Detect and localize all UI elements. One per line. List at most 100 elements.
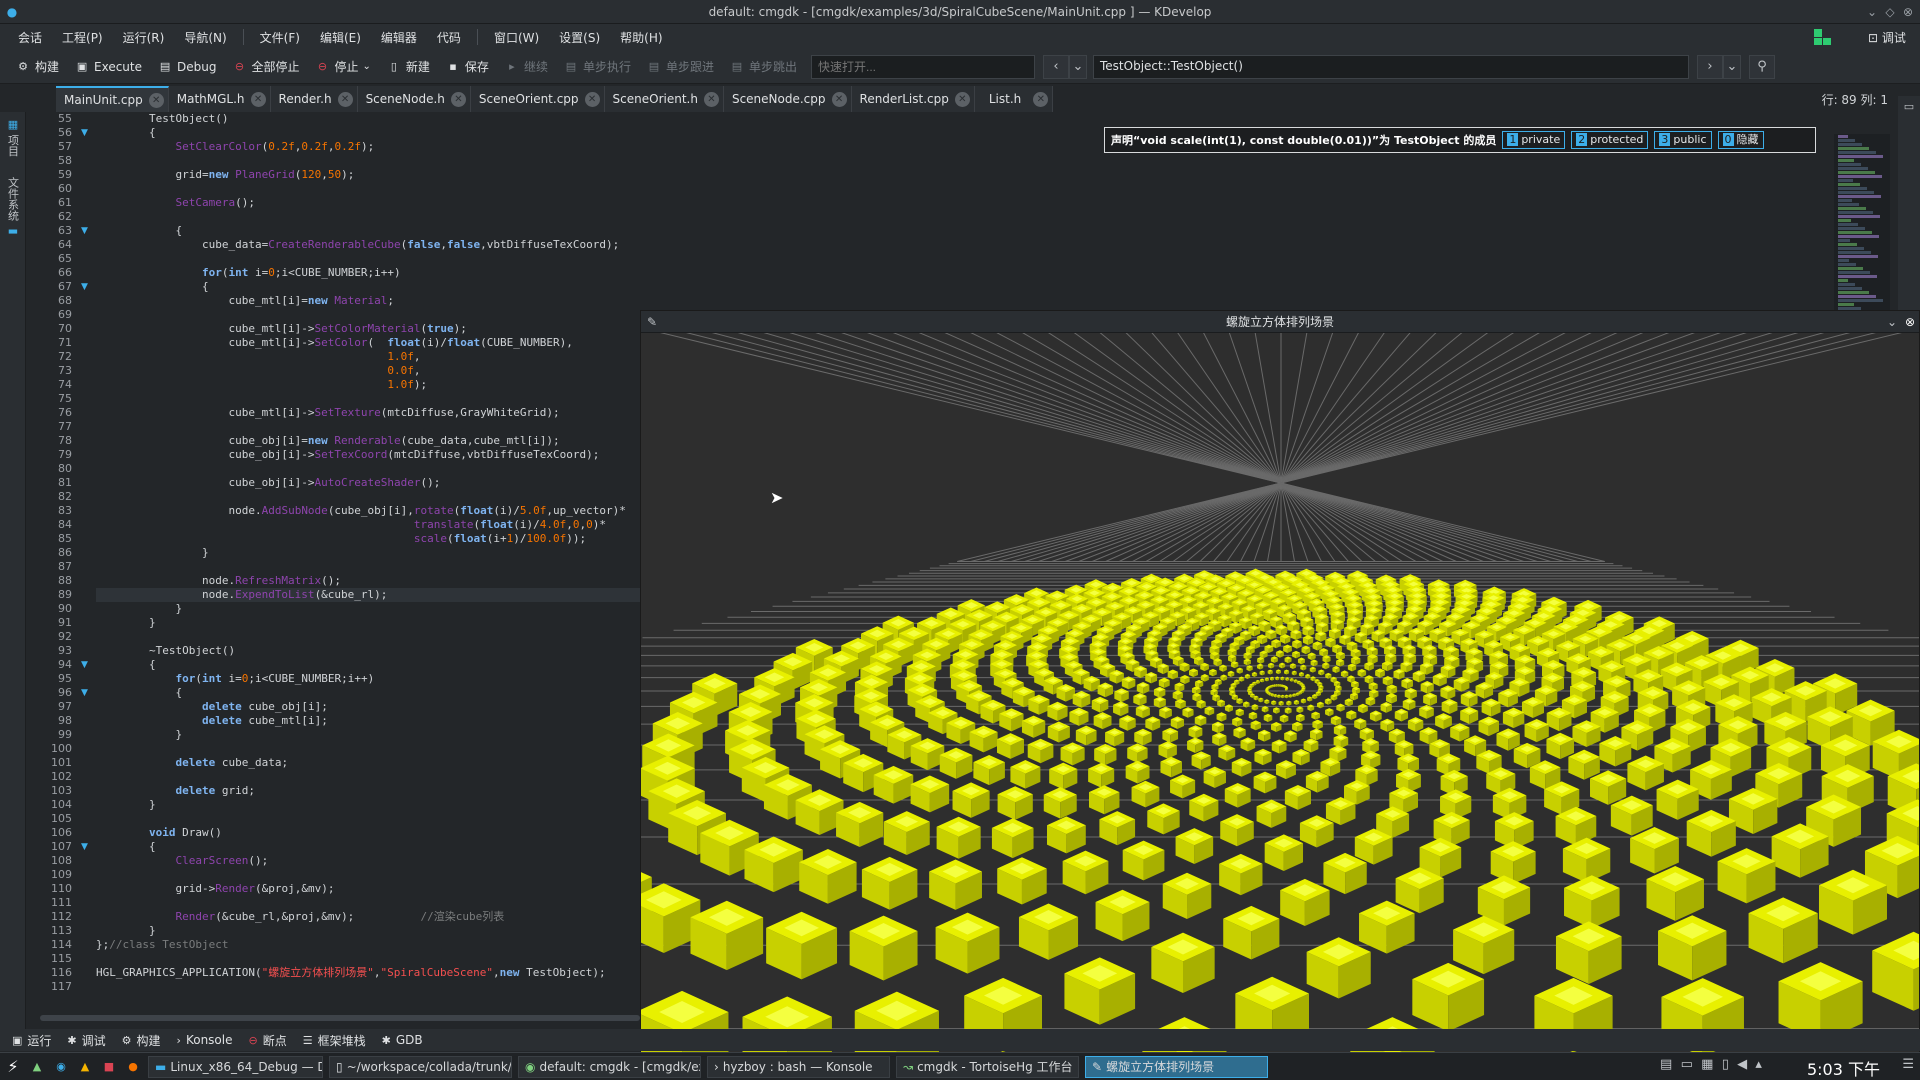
close-icon[interactable]: ⊗: [1900, 4, 1916, 20]
fold-marker-icon[interactable]: ▼: [81, 660, 91, 670]
code-line[interactable]: void Draw(): [96, 826, 640, 840]
code-line[interactable]: 1.0f,: [96, 350, 640, 364]
panel-menu-icon[interactable]: ☰: [1902, 1057, 1914, 1072]
toolview-debug[interactable]: ✱ 调试: [63, 1032, 117, 1049]
code-line[interactable]: };//class TestObject: [96, 938, 640, 952]
code-line[interactable]: cube_obj[i]->SetTexCoord(mtcDiffuse,vbtD…: [96, 448, 640, 462]
minimize-icon[interactable]: ⌄: [1864, 4, 1880, 20]
tab-mainunit-cpp[interactable]: MainUnit.cpp ✕: [56, 86, 169, 112]
stop-all-button[interactable]: ⊖ 全部停止: [224, 54, 307, 80]
scene-window[interactable]: ✎ 螺旋立方体排列场景 ⌄ ⊗: [640, 310, 1920, 1055]
code-line[interactable]: TestObject(): [96, 112, 640, 126]
code-line[interactable]: for(int i=0;i<CUBE_NUMBER;i++): [96, 672, 640, 686]
scrollbar-thumb[interactable]: [40, 1015, 640, 1021]
task-workspace[interactable]: ▯ ~/workspace/collada/trunk/t: [329, 1055, 512, 1078]
minimize-icon[interactable]: ⌄: [1887, 311, 1897, 333]
code-line[interactable]: [96, 462, 640, 476]
close-tab-icon[interactable]: ✕: [584, 91, 600, 107]
step-into-button[interactable]: ▤ 单步跟进: [639, 54, 722, 80]
code-line[interactable]: [96, 980, 640, 994]
code-line[interactable]: cube_mtl[i]->SetColor( float(i)/float(CU…: [96, 336, 640, 350]
tab-scenenode-h[interactable]: SceneNode.h ✕: [357, 86, 471, 112]
app-launcher-icon[interactable]: ▲: [76, 1058, 94, 1076]
code-line[interactable]: {: [96, 658, 640, 672]
close-tab-icon[interactable]: ✕: [1033, 91, 1049, 107]
menu-run[interactable]: 运行(R): [113, 29, 175, 46]
code-line[interactable]: [96, 490, 640, 504]
code-line[interactable]: grid=new PlaneGrid(120,50);: [96, 168, 640, 182]
code-line[interactable]: cube_mtl[i]->SetColorMaterial(true);: [96, 322, 640, 336]
code-line[interactable]: [96, 770, 640, 784]
menu-editor[interactable]: 编辑器: [371, 29, 427, 46]
toolview-konsole[interactable]: › Konsole: [173, 1033, 245, 1047]
tab-sceneorient-h[interactable]: SceneOrient.h ✕: [604, 86, 724, 112]
code-line[interactable]: cube_mtl[i]=new Material;: [96, 294, 640, 308]
tab-renderlist-cpp[interactable]: RenderList.cpp ✕: [851, 86, 975, 112]
kde-launcher-icon[interactable]: ⚡: [4, 1057, 22, 1076]
code-line[interactable]: delete cube_mtl[i];: [96, 714, 640, 728]
code-line[interactable]: [96, 896, 640, 910]
close-tab-icon[interactable]: ✕: [954, 91, 970, 107]
dock-tab-filesystem[interactable]: 文件系统 ▬: [5, 177, 21, 238]
code-line[interactable]: [96, 252, 640, 266]
menu-session[interactable]: 会话: [8, 29, 52, 46]
code-minimap[interactable]: [1834, 134, 1890, 314]
code-line[interactable]: [96, 560, 640, 574]
pin-button[interactable]: ⚲: [1749, 54, 1775, 79]
code-line[interactable]: [96, 154, 640, 168]
close-tab-icon[interactable]: ✕: [703, 91, 719, 107]
code-line[interactable]: {: [96, 686, 640, 700]
notes-icon[interactable]: ▯: [1722, 1057, 1729, 1072]
code-line[interactable]: scale(float(i+1)/100.0f));: [96, 532, 640, 546]
task-scene-window[interactable]: ✎ 螺旋立方体排列场景: [1085, 1055, 1268, 1078]
desktop-icon[interactable]: ▲: [28, 1058, 46, 1076]
fold-marker-icon[interactable]: ▼: [81, 842, 91, 852]
scene-window-titlebar[interactable]: ✎ 螺旋立方体排列场景 ⌄ ⊗: [641, 311, 1919, 333]
code-line[interactable]: {: [96, 126, 640, 140]
code-line[interactable]: Render(&cube_rl,&proj,&mv); //渲染cube列表: [96, 910, 640, 924]
menu-file[interactable]: 文件(F): [250, 29, 310, 46]
render-viewport[interactable]: [641, 333, 1919, 1055]
code-line[interactable]: cube_mtl[i]->SetTexture(mtcDiffuse,GrayW…: [96, 406, 640, 420]
browser-icon[interactable]: ●: [124, 1058, 142, 1076]
execute-button[interactable]: ▣ Execute: [67, 54, 150, 80]
step-out-button[interactable]: ▤ 单步跳出: [722, 54, 805, 80]
fold-marker-icon[interactable]: ▼: [81, 688, 91, 698]
forward-history-button[interactable]: ⌄: [1723, 54, 1741, 79]
forward-button[interactable]: ›: [1697, 54, 1723, 79]
code-line[interactable]: }: [96, 798, 640, 812]
toolview-build[interactable]: ⚙ 构建: [118, 1032, 173, 1049]
quick-open-input[interactable]: [811, 54, 1035, 79]
back-button[interactable]: ‹: [1043, 54, 1069, 79]
network-app-icon[interactable]: ◉: [52, 1058, 70, 1076]
toolview-gdb[interactable]: ✱ GDB: [378, 1033, 435, 1047]
code-line[interactable]: ClearScreen();: [96, 854, 640, 868]
debug-button[interactable]: ▤ Debug: [150, 54, 224, 80]
code-line[interactable]: cube_obj[i]->AutoCreateShader();: [96, 476, 640, 490]
app-icon[interactable]: ✎: [647, 311, 657, 333]
code-line[interactable]: [96, 812, 640, 826]
save-button[interactable]: ▪ 保存: [438, 54, 497, 80]
code-line[interactable]: delete cube_obj[i];: [96, 700, 640, 714]
close-tab-icon[interactable]: ✕: [148, 92, 164, 108]
tab-scenenode-cpp[interactable]: SceneNode.cpp ✕: [723, 86, 852, 112]
toolview-breakpoints[interactable]: ⊖ 断点: [244, 1032, 298, 1049]
code-line[interactable]: cube_obj[i]=new Renderable(cube_data,cub…: [96, 434, 640, 448]
area-switcher-icon[interactable]: [1814, 29, 1831, 45]
fold-marker-icon[interactable]: ▼: [81, 226, 91, 236]
menu-edit[interactable]: 编辑(E): [310, 29, 371, 46]
menu-help[interactable]: 帮助(H): [610, 29, 672, 46]
tab-render-h[interactable]: Render.h ✕: [270, 86, 358, 112]
close-tab-icon[interactable]: ✕: [450, 91, 466, 107]
code-line[interactable]: }: [96, 546, 640, 560]
dock-tab-projects[interactable]: ▦ 项目: [5, 118, 21, 157]
code-line[interactable]: delete cube_data;: [96, 756, 640, 770]
fold-marker-icon[interactable]: ▼: [81, 282, 91, 292]
step-over-button[interactable]: ▤ 单步执行: [556, 54, 639, 80]
close-tab-icon[interactable]: ✕: [831, 91, 847, 107]
clock[interactable]: 5:03 下午: [1807, 1056, 1880, 1080]
build-button[interactable]: ⚙ 构建: [8, 54, 67, 80]
code-line[interactable]: }: [96, 728, 640, 742]
code-line[interactable]: for(int i=0;i<CUBE_NUMBER;i++): [96, 266, 640, 280]
code-line[interactable]: node.ExpendToList(&cube_rl);: [96, 588, 640, 602]
